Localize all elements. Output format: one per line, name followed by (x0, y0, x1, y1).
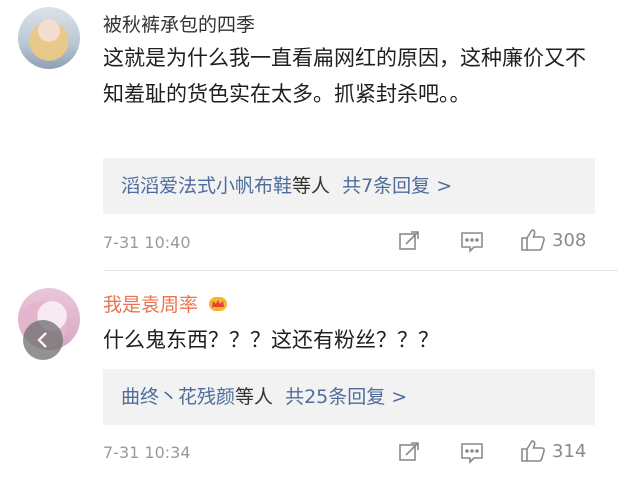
reply-users[interactable]: 滔滔爱法式小帆布鞋 (121, 175, 292, 197)
comment-text: 这就是为什么我一直看扁网红的原因，这种廉价又不知羞耻的货色实在太多。抓紧封杀吧。… (103, 46, 586, 106)
comment-button[interactable] (460, 231, 484, 253)
divider (103, 270, 618, 271)
like-count: 308 (552, 229, 587, 251)
username[interactable]: 被秋裤承包的四季 (103, 10, 255, 37)
share-button[interactable] (398, 441, 420, 463)
like-button[interactable]: 308 (520, 228, 586, 252)
share-button[interactable] (398, 230, 420, 252)
thumbs-up-icon (521, 229, 545, 251)
comment-text: 什么鬼东西？？？这还有粉丝？？？ (103, 328, 439, 352)
reply-users[interactable]: 曲终丶花残颜 (121, 386, 235, 408)
comment-icon (461, 443, 483, 464)
share-icon (399, 442, 419, 461)
avatar[interactable] (18, 7, 80, 69)
reply-suffix: 等人 (235, 386, 274, 408)
share-icon (399, 231, 419, 250)
reply-summary[interactable]: 滔滔爱法式小帆布鞋等人 共7条回复 > (103, 158, 595, 214)
comment-icon (461, 232, 483, 253)
comment-button[interactable] (460, 442, 484, 464)
timestamp: 7-31 10:34 (103, 443, 191, 462)
like-button[interactable]: 314 (520, 439, 586, 463)
reply-count-link[interactable]: 共7条回复 > (342, 175, 452, 197)
back-button[interactable] (23, 320, 63, 360)
thumbs-up-icon (521, 440, 545, 462)
reply-count-link[interactable]: 共25条回复 > (285, 386, 407, 408)
username-text: 我是袁周率 (103, 294, 199, 316)
crown-icon (209, 297, 228, 311)
reply-summary[interactable]: 曲终丶花残颜等人 共25条回复 > (103, 369, 595, 425)
chevron-left-icon (37, 332, 47, 348)
like-count: 314 (552, 440, 587, 462)
reply-suffix: 等人 (292, 175, 331, 197)
timestamp: 7-31 10:40 (103, 233, 191, 252)
username[interactable]: 我是袁周率 (103, 290, 228, 317)
